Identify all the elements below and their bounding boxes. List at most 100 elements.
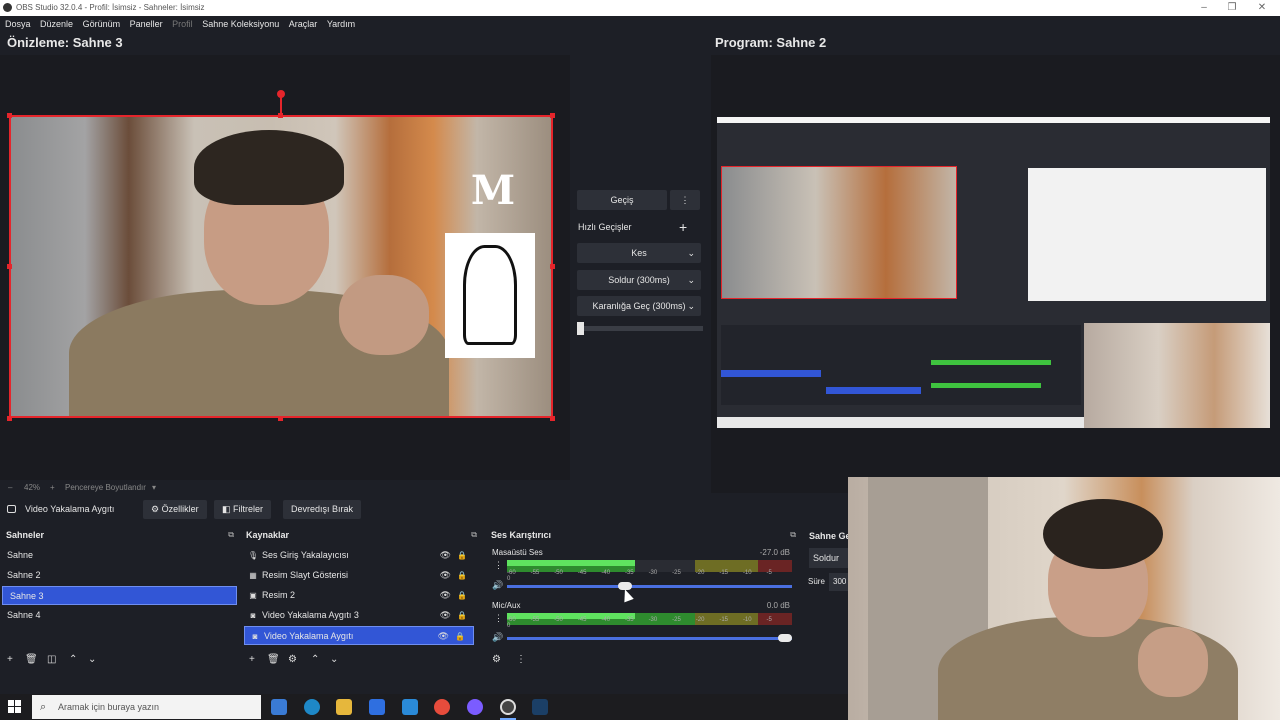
resize-handle[interactable] xyxy=(7,416,12,421)
preview-canvas-area[interactable]: M xyxy=(0,55,570,480)
scene-item[interactable]: Sahne 4 xyxy=(0,606,240,625)
fader-knob[interactable] xyxy=(778,634,792,642)
transition-type-select[interactable]: Soldur xyxy=(809,548,850,568)
lock-icon[interactable]: 🔒 xyxy=(455,627,465,646)
scene-item-selected[interactable]: Sahne 3 xyxy=(2,586,237,605)
resize-handle[interactable] xyxy=(278,416,283,421)
menu-tools[interactable]: Araçlar xyxy=(289,16,318,33)
menu-help[interactable]: Yardım xyxy=(327,16,355,33)
add-scene-icon[interactable]: + xyxy=(7,654,13,665)
chrome-icon[interactable] xyxy=(434,699,450,715)
tbar-slider[interactable] xyxy=(577,322,703,335)
speaker-icon[interactable]: 🔊 xyxy=(492,580,503,591)
undock-icon[interactable]: ⧉ xyxy=(228,530,234,540)
properties-button[interactable]: ⚙ Özellikler xyxy=(143,500,207,519)
resize-handle[interactable] xyxy=(550,113,555,118)
resize-handle[interactable] xyxy=(278,113,283,118)
remove-scene-icon[interactable]: 🗑 xyxy=(25,654,38,665)
menu-file[interactable]: Dosya xyxy=(5,16,31,33)
undock-icon[interactable]: ⧉ xyxy=(790,530,796,540)
windows-start-icon[interactable] xyxy=(8,700,22,714)
tbar-knob[interactable] xyxy=(577,322,584,335)
scene-item[interactable]: Sahne 2 xyxy=(0,566,240,585)
chevron-down-icon[interactable]: ▾ xyxy=(152,483,156,492)
source-properties-icon[interactable]: ⚙ xyxy=(288,654,297,665)
quick-transition-fade-to-black[interactable]: Karanlığa Geç (300ms) ⌄ xyxy=(577,296,701,316)
menu-edit[interactable]: Düzenle xyxy=(40,16,73,33)
scene-item[interactable]: Sahne xyxy=(0,546,240,565)
menu-profile[interactable]: Profil xyxy=(172,16,193,33)
speaker-icon[interactable]: 🔊 xyxy=(492,632,503,643)
deactivate-button[interactable]: Devredışı Bırak xyxy=(283,500,362,519)
add-quick-transition-icon[interactable]: + xyxy=(679,219,687,235)
app-icon[interactable] xyxy=(467,699,483,715)
filters-button[interactable]: ◧ Filtreler xyxy=(214,500,272,519)
volume-fader[interactable] xyxy=(507,582,792,590)
duration-input[interactable]: 300 xyxy=(829,573,850,591)
obs-taskbar-icon[interactable] xyxy=(500,699,516,715)
resize-handle[interactable] xyxy=(7,113,12,118)
source-item[interactable]: ◙ Video Yakalama Aygıtı 3 👁 🔒 xyxy=(243,606,475,625)
lock-icon[interactable]: 🔒 xyxy=(457,606,467,625)
edge-icon[interactable] xyxy=(304,699,320,715)
eye-icon[interactable]: 👁 xyxy=(440,546,451,565)
scene-filters-icon[interactable]: ◫ xyxy=(47,654,56,665)
eye-icon[interactable]: 👁 xyxy=(438,627,449,646)
zoom-out-button[interactable]: – xyxy=(8,483,12,492)
search-placeholder: Aramak için buraya yazın xyxy=(58,702,160,712)
transition-more-button[interactable]: ⋮ xyxy=(670,190,700,210)
add-source-icon[interactable]: + xyxy=(249,654,255,665)
copilot-icon[interactable] xyxy=(271,699,287,715)
mixer-menu-icon[interactable]: ⋮ xyxy=(516,654,526,665)
remove-source-icon[interactable]: 🗑 xyxy=(267,654,280,665)
source-item-selected[interactable]: ◙ Video Yakalama Aygıtı 👁 🔒 xyxy=(244,626,474,645)
fit-to-window-button[interactable]: Pencereye Boyutlandır xyxy=(65,483,146,492)
eye-icon[interactable]: 👁 xyxy=(440,566,451,585)
scenes-toolbar: + 🗑 ◫ ⌃ ⌄ xyxy=(0,650,240,672)
close-icon[interactable]: ✕ xyxy=(1255,1,1269,15)
zoom-in-button[interactable]: + xyxy=(50,483,55,492)
lock-icon[interactable]: 🔒 xyxy=(457,566,467,585)
quick-transition-cut[interactable]: Kes ⌄ xyxy=(577,243,701,263)
menu-docks[interactable]: Paneller xyxy=(130,16,163,33)
channel-menu-icon[interactable]: ⋮ xyxy=(494,560,503,571)
source-item[interactable]: 🎙 Ses Giriş Yakalayıcısı 👁 🔒 xyxy=(243,546,475,565)
scale-tick: -10 xyxy=(742,617,752,623)
window-titlebar: OBS Studio 32.0.4 - Profil: İsimsiz - Sa… xyxy=(0,0,1280,16)
source-selection-box[interactable] xyxy=(9,115,553,418)
resize-handle[interactable] xyxy=(550,264,555,269)
steam-icon[interactable] xyxy=(532,699,548,715)
menu-scene-collection[interactable]: Sahne Koleksiyonu xyxy=(202,16,279,33)
source-item[interactable]: ▦ Resim Slayt Gösterisi 👁 🔒 xyxy=(243,566,475,585)
resize-handle[interactable] xyxy=(550,416,555,421)
source-item[interactable]: ▣ Resim 2 👁 🔒 xyxy=(243,586,475,605)
advanced-audio-icon[interactable]: ⚙ xyxy=(492,654,501,665)
resize-handle[interactable] xyxy=(7,264,12,269)
rotation-handle[interactable] xyxy=(277,90,285,98)
menu-view[interactable]: Görünüm xyxy=(83,16,121,33)
camera-icon: ◙ xyxy=(250,611,256,620)
lock-icon[interactable]: 🔒 xyxy=(457,546,467,565)
eye-icon[interactable]: 👁 xyxy=(440,586,451,605)
move-up-icon[interactable]: ⌃ xyxy=(69,654,77,665)
volume-fader[interactable] xyxy=(507,634,792,642)
move-down-icon[interactable]: ⌄ xyxy=(330,654,338,665)
minimize-icon[interactable]: – xyxy=(1197,1,1211,15)
move-down-icon[interactable]: ⌄ xyxy=(88,654,96,665)
mail-icon[interactable] xyxy=(402,699,418,715)
file-explorer-icon[interactable] xyxy=(336,699,352,715)
source-item-label: Ses Giriş Yakalayıcısı xyxy=(262,550,349,560)
quick-transition-fade[interactable]: Soldur (300ms) ⌄ xyxy=(577,270,701,290)
mic-icon: 🎙 xyxy=(248,551,259,560)
transition-button[interactable]: Geçiş xyxy=(577,190,667,210)
store-icon[interactable] xyxy=(369,699,385,715)
taskbar-search[interactable]: ⌕ Aramak için buraya yazın xyxy=(32,695,261,719)
scale-tick: -50 xyxy=(554,617,563,623)
channel-menu-icon[interactable]: ⋮ xyxy=(494,613,503,624)
undock-icon[interactable]: ⧉ xyxy=(471,530,477,540)
maximize-icon[interactable]: ❐ xyxy=(1225,1,1239,15)
move-up-icon[interactable]: ⌃ xyxy=(311,654,319,665)
lock-icon[interactable]: 🔒 xyxy=(457,586,467,605)
scale-tick: 0 xyxy=(507,576,511,582)
eye-icon[interactable]: 👁 xyxy=(440,606,451,625)
